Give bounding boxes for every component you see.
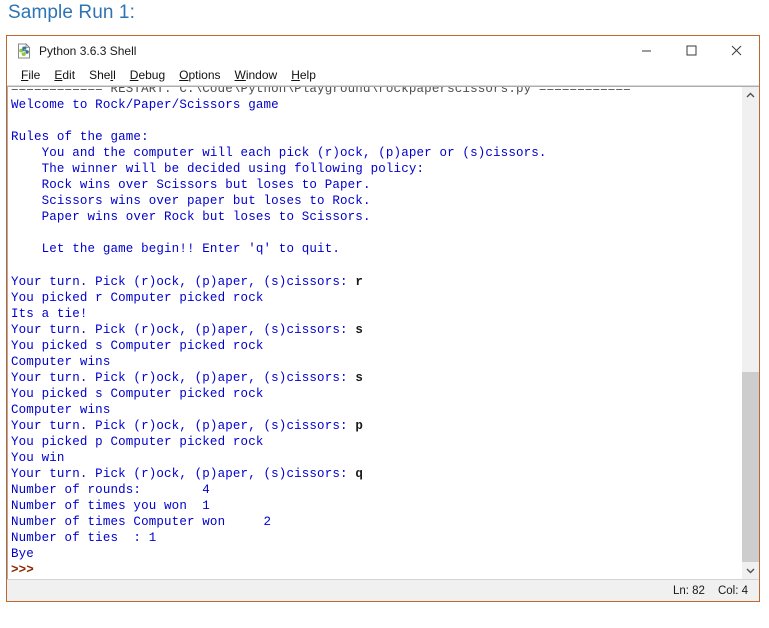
vertical-scrollbar[interactable] [741,87,759,579]
chevron-up-icon[interactable] [742,87,759,104]
shell-output-line [11,225,631,241]
shell-output-line: The winner will be decided using followi… [11,162,425,177]
shell-output-line: Number of ties : 1 [11,531,157,546]
shell-output-line: You picked s Computer picked rock [11,338,264,353]
prompt-text: Your turn. Pick (r)ock, (p)aper, (s)ciss… [11,322,356,337]
user-input-text: q [355,467,363,482]
shell-prompt-line: Your turn. Pick (r)ock, (p)aper, (s)ciss… [11,322,631,338]
shell-text-output[interactable]: ============ RESTART: C:\Code\Python\Pla… [8,87,741,579]
shell-output-line: Computer wins [11,402,111,417]
python-idle-icon [16,42,32,59]
python-shell-window: Python 3.6.3 Shell File Edit Shell Debug Opt [6,35,760,602]
menu-item-help[interactable]: Help [284,66,323,84]
shell-output-line: You picked s Computer picked rock [11,386,264,401]
prompt-text: Your turn. Pick (r)ock, (p)aper, (s)ciss… [11,418,356,433]
shell-output-line: Computer wins [11,354,111,369]
menu-item-file[interactable]: File [14,66,47,84]
window-controls [624,36,759,65]
statusbar: Ln: 82 Col: 4 [7,579,759,601]
shell-restart-line: ============ RESTART: C:\Code\Python\Pla… [11,87,631,96]
user-input-text: s [355,322,363,337]
prompt-text: Your turn. Pick (r)ock, (p)aper, (s)ciss… [11,274,356,289]
shell-output-line: Number of rounds: 4 [11,483,210,498]
shell-output-line: Rules of the game: [11,130,149,145]
shell-output-line: Scissors wins over paper but loses to Ro… [11,194,371,209]
shell-area: ============ RESTART: C:\Code\Python\Pla… [7,86,759,579]
menu-item-debug[interactable]: Debug [123,66,172,84]
menu-item-options[interactable]: Options [172,66,227,84]
scrollbar-track[interactable] [742,104,759,562]
shell-output-line: You win [11,451,65,466]
shell-output-line [11,113,631,129]
shell-output-line: Paper wins over Rock but loses to Scisso… [11,210,371,225]
window-titlebar[interactable]: Python 3.6.3 Shell [7,36,759,65]
status-line-number: Ln: 82 [672,584,705,597]
shell-output-line: Number of times Computer won 2 [11,515,272,530]
shell-prompt-line: Your turn. Pick (r)ock, (p)aper, (s)ciss… [11,418,631,434]
shell-output-line: Welcome to Rock/Paper/Scissors game [11,98,279,113]
scrollbar-thumb[interactable] [742,371,759,562]
shell-output-line: You picked r Computer picked rock [11,290,264,305]
menubar: File Edit Shell Debug Options Window Help [7,65,759,86]
shell-output-line: Its a tie! [11,306,88,321]
close-button[interactable] [714,36,759,65]
shell-prompt-line: Your turn. Pick (r)ock, (p)aper, (s)ciss… [11,274,631,290]
minimize-button[interactable] [624,36,669,65]
shell-output-line: Rock wins over Scissors but loses to Pap… [11,178,371,193]
shell-output-line: Let the game begin!! Enter 'q' to quit. [11,242,341,257]
shell-output-line: You and the computer will each pick (r)o… [11,146,547,161]
shell-output-line: >>> [11,563,34,578]
menu-item-window[interactable]: Window [228,66,285,84]
shell-output-line [11,258,631,274]
shell-prompt-line: Your turn. Pick (r)ock, (p)aper, (s)ciss… [11,370,631,386]
menu-item-shell[interactable]: Shell [82,66,123,84]
user-input-text: s [355,370,363,385]
chevron-down-icon[interactable] [742,562,759,579]
menu-item-edit[interactable]: Edit [47,66,82,84]
prompt-text: Your turn. Pick (r)ock, (p)aper, (s)ciss… [11,370,356,385]
user-input-text: r [355,274,363,289]
shell-output-line: Number of times you won 1 [11,499,210,514]
page-title: Sample Run 1: [8,2,135,23]
shell-output-line: You picked p Computer picked rock [11,435,264,450]
shell-output-line: Bye [11,547,34,562]
status-column-number: Col: 4 [717,584,748,597]
user-input-text: p [355,418,363,433]
shell-prompt-line: Your turn. Pick (r)ock, (p)aper, (s)ciss… [11,466,631,482]
shell-lines: ============ RESTART: C:\Code\Python\Pla… [11,87,631,578]
maximize-button[interactable] [669,36,714,65]
prompt-text: Your turn. Pick (r)ock, (p)aper, (s)ciss… [11,467,356,482]
window-title: Python 3.6.3 Shell [39,43,137,58]
